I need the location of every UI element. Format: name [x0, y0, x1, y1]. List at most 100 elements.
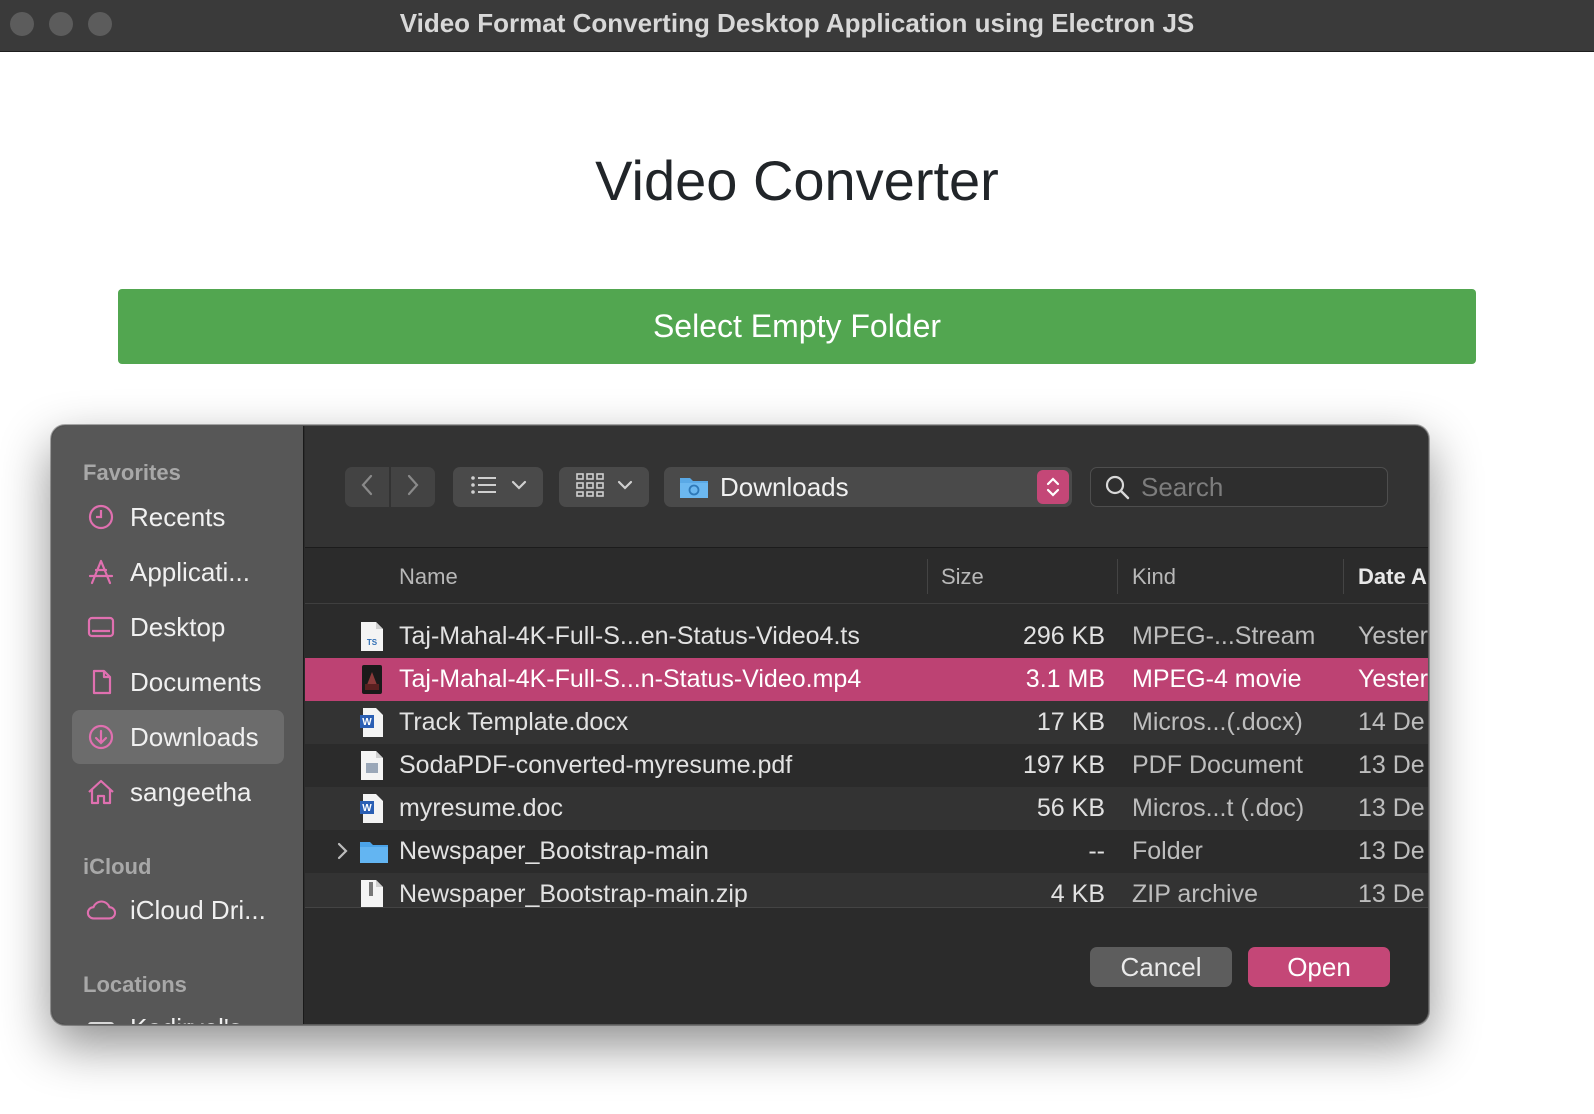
- window-titlebar: Video Format Converting Desktop Applicat…: [0, 0, 1594, 52]
- computer-icon: [86, 1013, 116, 1024]
- file-date: 13 De: [1358, 837, 1425, 865]
- file-kind: ZIP archive: [1132, 880, 1258, 907]
- column-date-added[interactable]: Date A: [1358, 549, 1427, 604]
- sidebar-item-label: Recents: [130, 501, 226, 532]
- list-divider: [305, 907, 1428, 908]
- file-row[interactable]: Newspaper_Bootstrap-main.zip 4 KB ZIP ar…: [305, 873, 1428, 907]
- grid-icon: [575, 472, 605, 503]
- sidebar-item-documents[interactable]: Documents: [72, 655, 284, 709]
- file-kind: MPEG-...Stream: [1132, 622, 1316, 650]
- dialog-sidebar: Favorites Recents Applicati... Desktop D…: [52, 426, 304, 1024]
- sidebar-item-label: Kadirvel's: [130, 1013, 242, 1025]
- column-size[interactable]: Size: [941, 549, 984, 604]
- search-input[interactable]: [1141, 471, 1371, 503]
- home-icon: [86, 777, 116, 807]
- sidebar-section-icloud: iCloud: [83, 854, 152, 879]
- download-icon: [86, 722, 116, 752]
- dialog-toolbar: Downloads: [305, 426, 1428, 548]
- cancel-button[interactable]: Cancel: [1090, 947, 1232, 987]
- column-header: Name Size Kind Date A: [305, 549, 1428, 604]
- file-name: Taj-Mahal-4K-Full-S...en-Status-Video4.t…: [399, 622, 860, 650]
- chevron-right-icon[interactable]: [333, 838, 353, 864]
- column-divider[interactable]: [1343, 559, 1344, 594]
- sidebar-item-label: sangeetha: [130, 776, 252, 807]
- column-divider[interactable]: [927, 559, 928, 594]
- file-size: 296 KB: [1022, 622, 1105, 650]
- file-size: --: [1088, 837, 1105, 865]
- sidebar-section-favorites: Favorites: [83, 460, 181, 485]
- desktop-icon: [86, 612, 116, 642]
- chevron-down-icon: [511, 478, 527, 496]
- file-kind: Folder: [1132, 837, 1203, 865]
- clock-icon: [86, 502, 116, 532]
- file-name: SodaPDF-converted-myresume.pdf: [399, 751, 793, 779]
- file-name: myresume.doc: [399, 794, 563, 822]
- file-row[interactable]: W Track Template.docx 17 KB Micros...(.d…: [305, 701, 1428, 744]
- file-list: TS Taj-Mahal-4K-Full-S...en-Status-Video…: [305, 615, 1428, 907]
- location-popup[interactable]: Downloads: [664, 467, 1072, 507]
- sidebar-item-label: Downloads: [130, 721, 259, 752]
- sidebar-item-icloud-drive[interactable]: iCloud Dri...: [72, 883, 284, 937]
- list-icon: [469, 473, 499, 502]
- sidebar-section-locations: Locations: [83, 972, 187, 997]
- sidebar-item-applications[interactable]: Applicati...: [72, 545, 284, 599]
- file-kind: Micros...t (.doc): [1132, 794, 1305, 822]
- downloads-folder-icon: [678, 473, 710, 501]
- sidebar-item-label: Applicati...: [130, 556, 250, 587]
- file-row[interactable]: TS Taj-Mahal-4K-Full-S...en-Status-Video…: [305, 615, 1428, 658]
- file-size: 17 KB: [1036, 708, 1105, 736]
- column-divider[interactable]: [1117, 559, 1118, 594]
- file-kind: MPEG-4 movie: [1132, 665, 1302, 693]
- sidebar-item-label: Documents: [130, 666, 262, 697]
- sidebar-item-desktop[interactable]: Desktop: [72, 600, 284, 654]
- file-date: 13 De: [1358, 794, 1425, 822]
- chevron-down-icon: [617, 478, 633, 496]
- search-icon: [1103, 473, 1131, 501]
- search-field[interactable]: [1090, 467, 1388, 507]
- column-name[interactable]: Name: [399, 549, 458, 604]
- open-button[interactable]: Open: [1248, 947, 1390, 987]
- file-name: Track Template.docx: [399, 708, 629, 736]
- chevron-right-icon: [405, 473, 421, 502]
- file-size: 197 KB: [1022, 751, 1105, 779]
- word-file-icon: W: [359, 707, 385, 738]
- file-row[interactable]: W myresume.doc 56 KB Micros...t (.doc) 1…: [305, 787, 1428, 830]
- word-file-icon: W: [359, 793, 385, 824]
- sidebar-item-recents[interactable]: Recents: [72, 490, 284, 544]
- sidebar-item-downloads[interactable]: Downloads: [72, 710, 284, 764]
- column-kind[interactable]: Kind: [1132, 549, 1176, 604]
- chevron-left-icon: [359, 473, 375, 502]
- file-name: Newspaper_Bootstrap-main: [399, 837, 709, 865]
- sidebar-item-label: Desktop: [130, 611, 226, 642]
- forward-button[interactable]: [391, 467, 435, 507]
- dialog-main-pane: Downloads Name Size Kind Date A: [305, 426, 1428, 1024]
- svg-text:W: W: [362, 803, 372, 814]
- document-icon: [86, 667, 116, 697]
- file-date: 14 De: [1358, 708, 1425, 736]
- file-date: 13 De: [1358, 751, 1425, 779]
- sidebar-item-home[interactable]: sangeetha: [72, 765, 284, 819]
- file-date: Yester: [1358, 622, 1428, 650]
- cloud-icon: [86, 895, 116, 925]
- file-row-selected[interactable]: Taj-Mahal-4K-Full-S...n-Status-Video.mp4…: [305, 658, 1428, 701]
- folder-icon: [359, 836, 389, 867]
- file-row[interactable]: SodaPDF-converted-myresume.pdf 197 KB PD…: [305, 744, 1428, 787]
- location-stepper[interactable]: [1037, 470, 1069, 504]
- select-empty-folder-button[interactable]: Select Empty Folder: [118, 289, 1476, 364]
- location-label: Downloads: [720, 471, 849, 502]
- back-button[interactable]: [345, 467, 389, 507]
- chevron-updown-icon: [1046, 477, 1060, 497]
- file-name: Taj-Mahal-4K-Full-S...n-Status-Video.mp4: [399, 665, 862, 693]
- page-title: Video Converter: [595, 149, 999, 212]
- list-view-button[interactable]: [453, 467, 543, 507]
- file-size: 3.1 MB: [1025, 665, 1105, 693]
- file-kind: Micros...(.docx): [1132, 708, 1303, 736]
- zip-file-icon: [359, 879, 385, 907]
- sidebar-item-computer[interactable]: Kadirvel's: [72, 1001, 284, 1025]
- window-title: Video Format Converting Desktop Applicat…: [399, 8, 1195, 38]
- video-file-icon: [359, 664, 385, 695]
- gallery-view-button[interactable]: [559, 467, 649, 507]
- file-row[interactable]: Newspaper_Bootstrap-main -- Folder 13 De: [305, 830, 1428, 873]
- file-size: 56 KB: [1036, 794, 1105, 822]
- open-file-dialog: Favorites Recents Applicati... Desktop D…: [51, 425, 1429, 1025]
